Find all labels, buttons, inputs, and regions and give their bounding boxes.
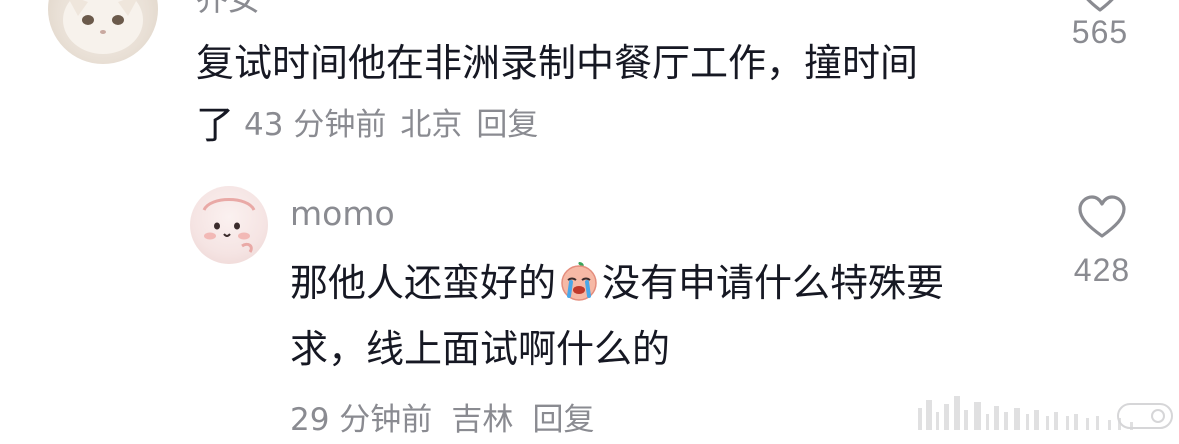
comment-username[interactable]: momo <box>290 194 395 233</box>
avatar-cat[interactable] <box>48 0 158 64</box>
comment-username[interactable]: 乔女 <box>196 0 260 20</box>
avatar-momo[interactable] <box>190 186 268 264</box>
comment-time: 43 分钟前 <box>244 106 387 143</box>
pink-character-avatar-icon <box>202 198 256 253</box>
comment-meta: 29 分钟前 吉林 回复 <box>290 394 595 439</box>
watermark-icon <box>918 396 1173 430</box>
comment-text-segment: 没有申请什么特殊要 <box>602 261 945 305</box>
reply-button[interactable]: 回复 <box>533 402 595 438</box>
comment-text-tail: 了 <box>196 102 235 147</box>
comment-text-segment: 那他人还蛮好的 <box>290 261 557 305</box>
comment-text-line: 求，线上面试啊什么的 <box>290 327 671 371</box>
comment-meta: 了 43 分钟前 北京 回复 <box>196 96 538 147</box>
like-count: 565 <box>1071 14 1129 50</box>
comment-location: 北京 <box>400 106 463 143</box>
like-group: 428 <box>1062 194 1142 289</box>
comment-text-line: 那他人还蛮好的 没有申请什么特殊要 <box>290 250 1030 316</box>
comment-time: 29 分钟前 <box>290 402 433 438</box>
comment-location: 吉林 <box>451 402 514 438</box>
heart-icon[interactable] <box>1077 0 1123 14</box>
reply-button[interactable]: 回复 <box>476 99 538 144</box>
cat-avatar-icon <box>63 0 143 54</box>
crying-face-emoji-icon <box>561 262 597 301</box>
like-group: 565 <box>1060 0 1140 51</box>
like-count: 428 <box>1073 252 1131 288</box>
comment-text: 复试时间他在非洲录制中餐厅工作，撞时间 <box>196 41 919 85</box>
comment-text: 那他人还蛮好的 没有申请什么特殊要 求，线上面试啊什么的 <box>290 250 1030 382</box>
heart-icon[interactable] <box>1077 194 1127 240</box>
